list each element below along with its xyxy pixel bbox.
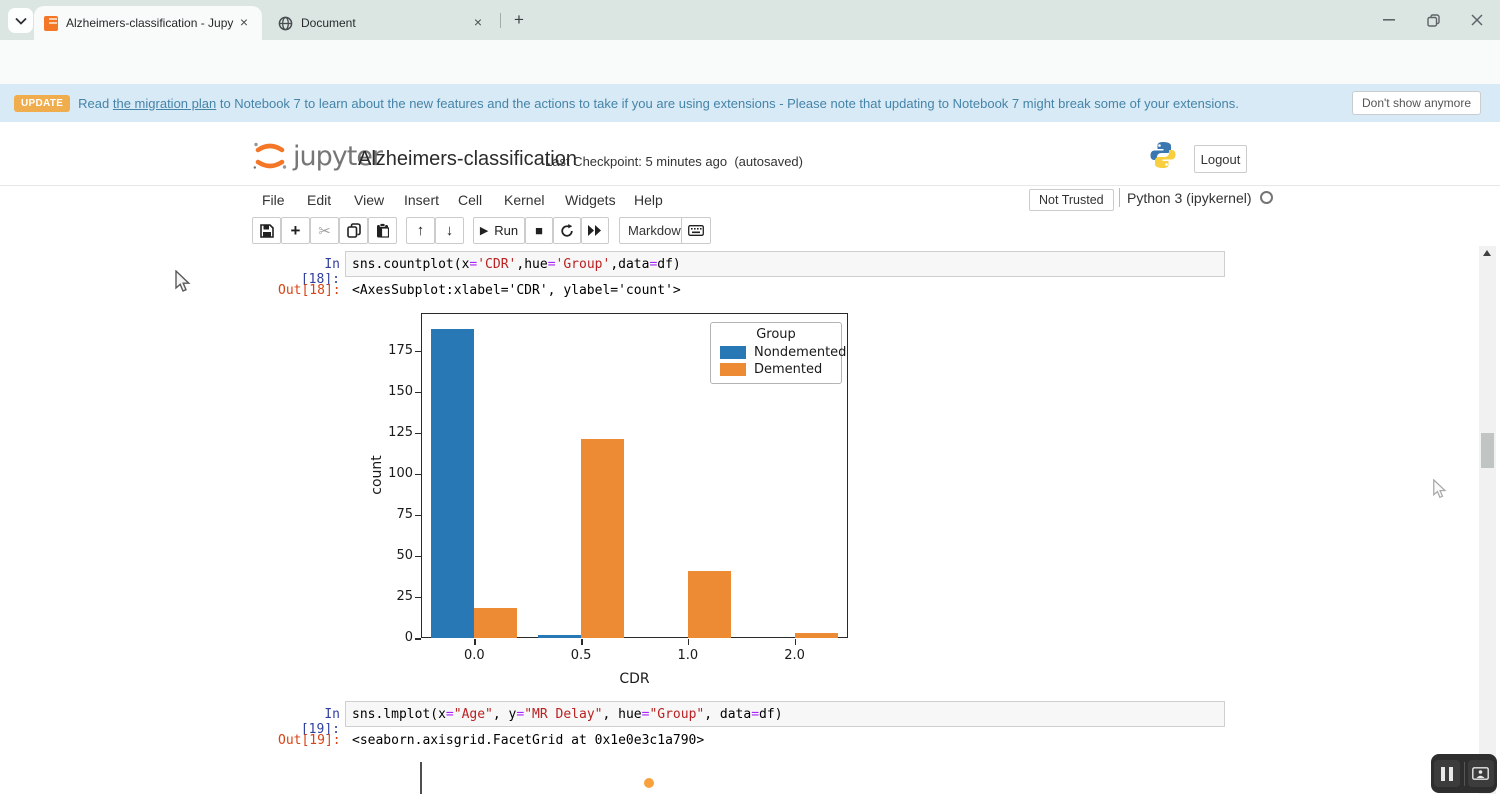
window-minimize-button[interactable] <box>1366 0 1412 40</box>
keyboard-icon <box>688 225 704 236</box>
migration-plan-link[interactable]: the migration plan <box>113 96 216 111</box>
paste-icon <box>376 223 389 238</box>
copy-cell-button[interactable] <box>339 217 368 244</box>
trust-status-badge[interactable]: Not Trusted <box>1029 189 1114 211</box>
jupyter-browser-window: Alzheimers-classification - Jupy × Docum… <box>0 0 1500 794</box>
window-restore-button[interactable] <box>1410 0 1456 40</box>
run-cell-button[interactable]: ▶Run <box>473 217 525 244</box>
play-icon: ▶ <box>480 224 488 237</box>
fast-forward-icon <box>588 225 602 236</box>
countplot-figure: 02550751001251501750.00.51.02.0CDRcountG… <box>355 308 855 688</box>
code-cell-18[interactable]: sns.countplot(x ='CDR',hue='Group',data … <box>345 251 1225 277</box>
picture-in-picture-icon <box>1472 767 1489 780</box>
jupyter-notebook-favicon <box>44 16 58 31</box>
output-prompt-18: Out[18]: <box>278 283 340 298</box>
screen-recorder-overlay <box>1431 754 1497 793</box>
paste-cell-button[interactable] <box>368 217 397 244</box>
scrollbar-up-arrow[interactable] <box>1483 250 1491 256</box>
banner-text: Read the migration plan to Notebook 7 to… <box>78 96 1239 111</box>
vertical-scrollbar[interactable] <box>1479 246 1496 794</box>
menu-help[interactable]: Help <box>622 186 675 214</box>
menu-edit[interactable]: Edit <box>295 186 343 214</box>
browser-tab-document[interactable]: Document × <box>268 6 496 40</box>
recorder-pip-button[interactable] <box>1468 760 1494 787</box>
dismiss-banner-button[interactable]: Don't show anymore <box>1352 91 1481 115</box>
kernel-name: Python 3 (ipykernel) <box>1127 190 1252 206</box>
recorder-pause-button[interactable] <box>1434 760 1460 787</box>
update-badge: UPDATE <box>14 95 70 112</box>
menu-widgets[interactable]: Widgets <box>553 186 628 214</box>
menu-insert[interactable]: Insert <box>392 186 451 214</box>
add-cell-button[interactable]: + <box>281 217 310 244</box>
code-cell-19[interactable]: sns.lmplot(x="Age", y="MR Delay", hue="G… <box>345 701 1225 727</box>
restart-run-all-button[interactable] <box>581 217 609 244</box>
save-button[interactable] <box>252 217 281 244</box>
checkpoint-status: Last Checkpoint: 5 minutes ago (autosave… <box>545 154 803 169</box>
cut-cell-button[interactable]: ✂ <box>310 217 339 244</box>
menu-cell[interactable]: Cell <box>446 186 494 214</box>
python-logo-icon <box>1148 140 1178 175</box>
output-text-18: <AxesSubplot:xlabel='CDR', ylabel='count… <box>352 283 681 298</box>
jupyter-header: jupyter Alzheimers-classification Last C… <box>0 122 1500 186</box>
restart-kernel-button[interactable] <box>553 217 581 244</box>
menu-file[interactable]: File <box>250 186 297 214</box>
lmplot-partial-datapoint <box>644 778 654 788</box>
restart-icon <box>560 224 574 238</box>
tab-search-button[interactable] <box>8 8 33 33</box>
notebook7-update-banner: UPDATE Read the migration plan to Notebo… <box>0 84 1500 122</box>
notebook-menubar: File Edit View Insert Cell Kernel Widget… <box>0 186 1500 214</box>
chevron-down-icon <box>15 17 27 25</box>
menu-kernel[interactable]: Kernel <box>492 186 556 214</box>
tab-close-icon[interactable]: × <box>470 15 486 31</box>
browser-address-bar: i localhost:8888/notebooks/Alzheimers-cl… <box>0 40 1500 84</box>
scrollbar-thumb[interactable] <box>1481 433 1494 468</box>
kernel-divider <box>1119 188 1120 207</box>
pause-icon <box>1441 767 1453 781</box>
tab-title: Alzheimers-classification - Jupy <box>66 16 236 30</box>
tab-title: Document <box>301 16 470 30</box>
menu-view[interactable]: View <box>342 186 396 214</box>
recorder-divider <box>1464 762 1465 786</box>
copy-icon <box>347 223 361 238</box>
move-cell-down-button[interactable]: ↓ <box>435 217 464 244</box>
command-palette-button[interactable] <box>681 217 711 244</box>
window-close-button[interactable] <box>1454 0 1500 40</box>
jupyter-logo-icon <box>252 140 288 172</box>
lmplot-partial-axis <box>420 762 422 794</box>
output-prompt-19: Out[19]: <box>278 733 340 748</box>
interrupt-kernel-button[interactable]: ■ <box>525 217 553 244</box>
output-text-19: <seaborn.axisgrid.FacetGrid at 0x1e0e3c1… <box>352 733 704 748</box>
logout-button[interactable]: Logout <box>1194 145 1247 173</box>
tab-close-icon[interactable]: × <box>236 15 252 31</box>
notebook-toolbar: + ✂ ↑ ↓ ▶Run ■ Markdown <box>0 214 1500 246</box>
browser-tab-bar: Alzheimers-classification - Jupy × Docum… <box>0 0 1500 40</box>
new-tab-button[interactable]: + <box>508 9 530 31</box>
globe-icon <box>278 16 293 31</box>
save-icon <box>260 224 274 238</box>
browser-tab-active[interactable]: Alzheimers-classification - Jupy × <box>34 6 262 40</box>
kernel-idle-icon <box>1260 191 1273 204</box>
move-cell-up-button[interactable]: ↑ <box>406 217 435 244</box>
notebook-content: In [18]: sns.countplot(x ='CDR',hue='Gro… <box>0 246 1479 794</box>
tab-divider <box>500 13 501 28</box>
kernel-indicator: Python 3 (ipykernel) <box>1119 188 1273 207</box>
